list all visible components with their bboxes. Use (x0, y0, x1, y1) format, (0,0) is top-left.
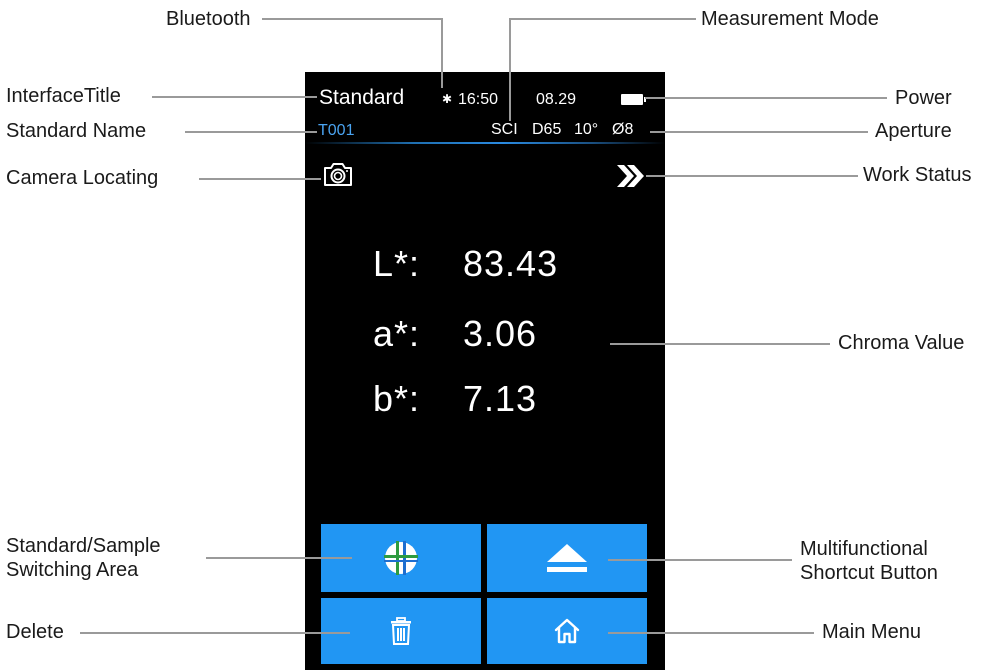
annotation-main-menu: Main Menu (822, 621, 921, 643)
annotation-shortcut-button: Multifunctional Shortcut Button (800, 537, 975, 585)
a-value: 3.06 (463, 313, 538, 354)
leader-work-status (646, 175, 858, 177)
leader-main-menu (608, 632, 814, 634)
annotated-device-diagram: Standard ✱ 16:50 08.29 T001 SCI D65 10° … (0, 0, 981, 670)
device-screen: Standard ✱ 16:50 08.29 T001 SCI D65 10° … (305, 72, 665, 670)
l-label: L*: (373, 243, 421, 284)
standard-name: T001 (318, 122, 355, 139)
status-divider (305, 142, 665, 144)
leader-camera (199, 178, 321, 180)
home-icon (554, 618, 580, 644)
illuminant: D65 (532, 121, 562, 138)
observer-angle: 10° (574, 121, 599, 138)
leader-power (645, 97, 887, 99)
aperture-value: Ø8 (612, 121, 634, 138)
crosshair-circle-icon (384, 541, 418, 575)
annotation-measurement-mode: Measurement Mode (701, 8, 879, 30)
annotation-switching-area-line1: Standard/Sample (6, 535, 161, 557)
delete-button[interactable] (321, 598, 481, 664)
annotation-shortcut-line1: Multifunctional (800, 538, 928, 560)
annotation-chroma-value: Chroma Value (838, 332, 965, 354)
leader-bluetooth-h (262, 18, 442, 20)
multifunctional-shortcut-button[interactable] (487, 524, 647, 592)
annotation-work-status: Work Status (863, 164, 972, 186)
clock-time: 16:50 (458, 91, 499, 108)
date-display: 08.29 (536, 91, 577, 108)
measurement-mode: SCI (491, 121, 518, 138)
annotation-switching-area: Standard/Sample Switching Area (6, 534, 206, 582)
leader-bluetooth-v (441, 18, 443, 88)
leader-title (152, 96, 317, 98)
annotation-switching-area-line2: Switching Area (6, 559, 139, 581)
annotation-interface-title: InterfaceTitle (6, 85, 121, 107)
leader-aperture (650, 131, 868, 133)
annotation-power: Power (895, 87, 952, 109)
b-value: 7.13 (463, 378, 538, 419)
trash-icon (391, 617, 411, 645)
l-value: 83.43 (463, 243, 559, 284)
main-menu-button[interactable] (487, 598, 647, 664)
leader-mode-h (510, 18, 696, 20)
interface-title: Standard (319, 86, 405, 109)
leader-delete (80, 632, 350, 634)
b-label: b*: (373, 378, 421, 419)
battery-icon (621, 94, 646, 105)
camera-icon[interactable] (322, 160, 354, 188)
annotation-aperture: Aperture (875, 120, 952, 142)
double-chevron-right-icon[interactable] (615, 164, 647, 188)
leader-chroma (610, 343, 830, 345)
annotation-shortcut-line2: Shortcut Button (800, 562, 938, 584)
leader-switching (206, 557, 352, 559)
annotation-delete: Delete (6, 621, 64, 643)
leader-mode-v (509, 18, 511, 121)
leader-shortcut (608, 559, 792, 561)
eject-icon (547, 544, 587, 572)
annotation-standard-name: Standard Name (6, 120, 147, 142)
a-label: a*: (373, 313, 421, 354)
annotation-camera-locating: Camera Locating (6, 167, 159, 189)
annotation-bluetooth: Bluetooth (166, 8, 251, 30)
bluetooth-icon: ✱ (442, 92, 453, 106)
leader-standard-name (185, 131, 317, 133)
